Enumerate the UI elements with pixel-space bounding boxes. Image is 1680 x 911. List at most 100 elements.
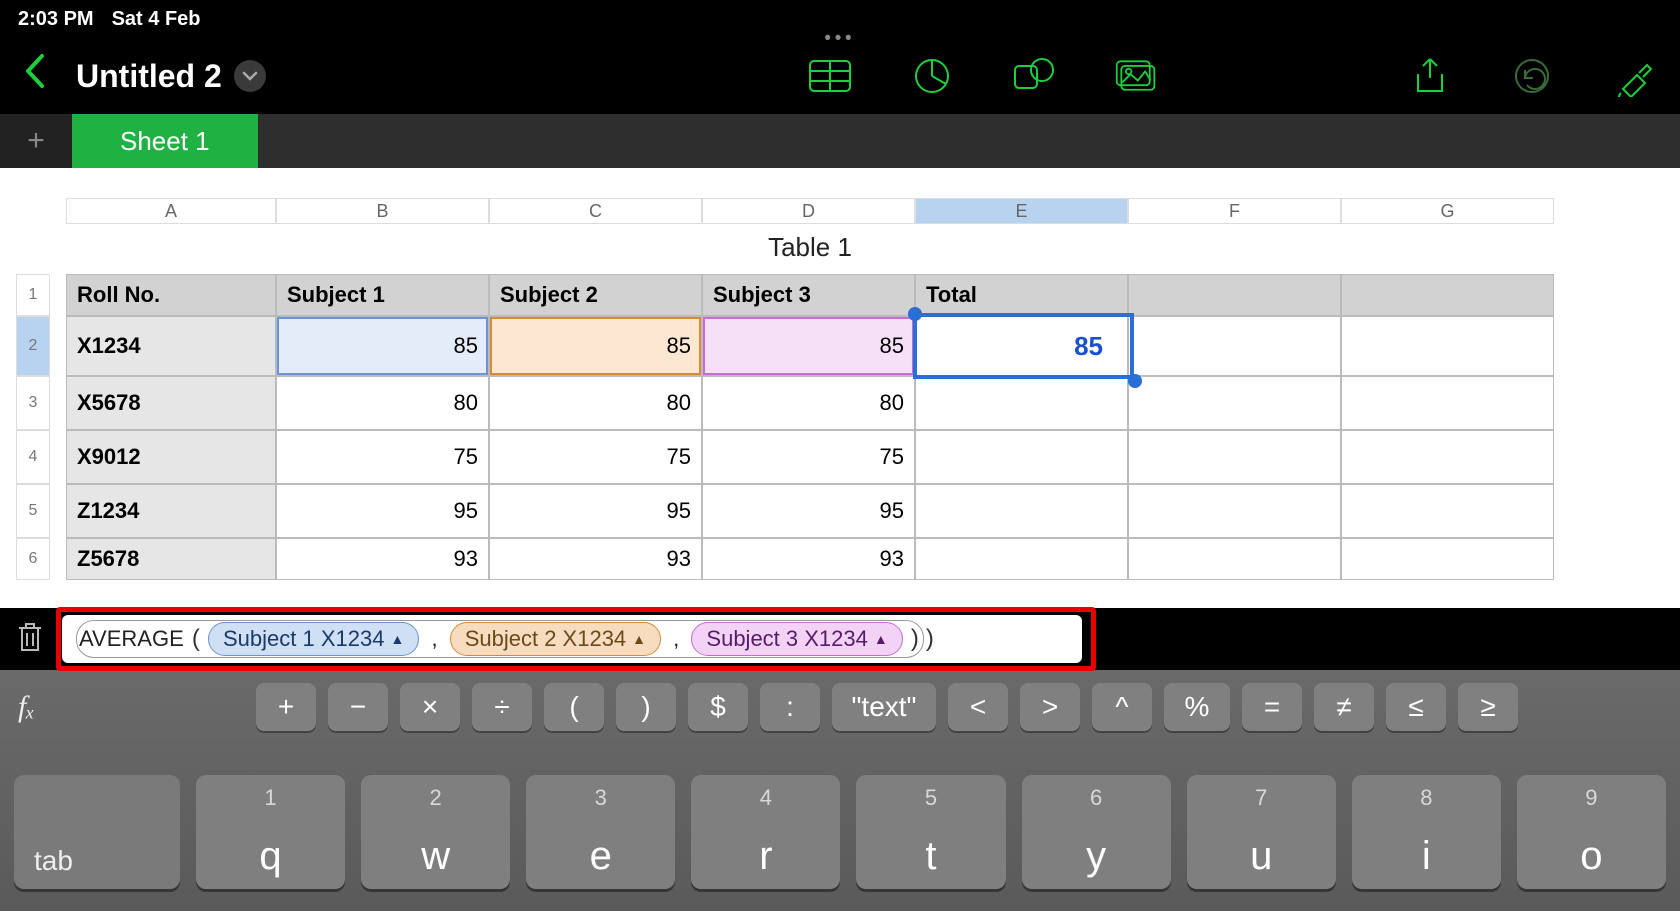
key-w[interactable]: 2w [361, 775, 510, 889]
cell[interactable]: 80 [489, 376, 702, 430]
cell[interactable] [1128, 430, 1341, 484]
spreadsheet-canvas[interactable]: A B C D E F G Table 1 1 2 3 4 5 6 Roll N… [0, 168, 1680, 608]
key-tab[interactable]: tab [14, 775, 180, 889]
cell[interactable]: 80 [702, 376, 915, 430]
key-divide[interactable]: ÷ [472, 683, 532, 731]
row-head[interactable]: 5 [16, 484, 50, 538]
key-text[interactable]: "text" [832, 683, 936, 731]
multitask-dots-icon[interactable]: ••• [825, 27, 856, 48]
key-u[interactable]: 7u [1187, 775, 1336, 889]
cell[interactable]: 95 [276, 484, 489, 538]
insert-table-icon[interactable] [808, 56, 852, 96]
row-label[interactable]: X9012 [66, 430, 276, 484]
col-head[interactable]: C [489, 198, 702, 224]
cell[interactable]: 93 [489, 538, 702, 580]
cell[interactable] [1128, 538, 1341, 580]
key-rparen[interactable]: ) [616, 683, 676, 731]
key-lt[interactable]: < [948, 683, 1008, 731]
fx-button[interactable]: fₓ [14, 690, 244, 724]
document-menu-button[interactable] [234, 60, 266, 92]
cell[interactable]: 75 [702, 430, 915, 484]
key-q[interactable]: 1q [196, 775, 345, 889]
cell[interactable]: 80 [276, 376, 489, 430]
cell[interactable] [1341, 484, 1554, 538]
cell[interactable]: 93 [276, 538, 489, 580]
cell[interactable] [915, 430, 1128, 484]
format-brush-icon[interactable] [1612, 56, 1656, 96]
cell[interactable]: 85 [489, 316, 702, 376]
key-caret[interactable]: ^ [1092, 683, 1152, 731]
key-le[interactable]: ≤ [1386, 683, 1446, 731]
key-gt[interactable]: > [1020, 683, 1080, 731]
key-i[interactable]: 8i [1352, 775, 1501, 889]
key-t[interactable]: 5t [856, 775, 1005, 889]
row-label[interactable]: Z5678 [66, 538, 276, 580]
share-icon[interactable] [1408, 56, 1452, 96]
insert-media-icon[interactable] [1114, 56, 1158, 96]
header-cell[interactable]: Subject 2 [489, 274, 702, 316]
key-neq[interactable]: ≠ [1314, 683, 1374, 731]
cell[interactable] [915, 484, 1128, 538]
row-label[interactable]: Z1234 [66, 484, 276, 538]
col-head[interactable]: D [702, 198, 915, 224]
key-lparen[interactable]: ( [544, 683, 604, 731]
cell[interactable]: 75 [489, 430, 702, 484]
add-sheet-button[interactable]: + [0, 114, 72, 168]
undo-icon[interactable] [1510, 56, 1554, 96]
col-head[interactable]: F [1128, 198, 1341, 224]
key-plus[interactable]: + [256, 683, 316, 731]
sheet-tab-active[interactable]: Sheet 1 [72, 114, 258, 168]
back-button[interactable] [24, 53, 46, 99]
header-cell[interactable]: Subject 3 [702, 274, 915, 316]
key-times[interactable]: × [400, 683, 460, 731]
cell[interactable] [1341, 430, 1554, 484]
col-head-selected[interactable]: E [915, 198, 1128, 224]
header-cell[interactable]: Roll No. [66, 274, 276, 316]
cell[interactable] [1128, 484, 1341, 538]
cell[interactable]: 95 [489, 484, 702, 538]
insert-chart-icon[interactable] [910, 56, 954, 96]
key-o[interactable]: 9o [1517, 775, 1666, 889]
header-cell[interactable] [1341, 274, 1554, 316]
cell[interactable] [1128, 316, 1341, 376]
row-head[interactable]: 6 [16, 538, 50, 580]
key-percent[interactable]: % [1164, 683, 1230, 731]
row-label[interactable]: X5678 [66, 376, 276, 430]
cell[interactable]: 75 [276, 430, 489, 484]
row-head[interactable]: 1 [16, 274, 50, 316]
insert-shape-icon[interactable] [1012, 56, 1056, 96]
formula-token-ref2[interactable]: Subject 2 X1234▲ [450, 622, 661, 656]
header-cell[interactable]: Total [915, 274, 1128, 316]
cell[interactable]: 95 [702, 484, 915, 538]
cell[interactable] [1128, 376, 1341, 430]
col-head[interactable]: B [276, 198, 489, 224]
cell[interactable]: 85 [702, 316, 915, 376]
cell[interactable] [1341, 538, 1554, 580]
selection-handle-icon[interactable] [1128, 374, 1142, 388]
cell[interactable] [915, 538, 1128, 580]
key-eq[interactable]: = [1242, 683, 1302, 731]
cell[interactable] [1341, 316, 1554, 376]
cell[interactable] [915, 376, 1128, 430]
cell[interactable]: 85 [276, 316, 489, 376]
function-name[interactable]: AVERAGE [79, 626, 184, 651]
header-cell[interactable]: Subject 1 [276, 274, 489, 316]
active-cell[interactable]: 85 [915, 316, 1128, 376]
header-cell[interactable] [1128, 274, 1341, 316]
col-head[interactable]: G [1341, 198, 1554, 224]
key-minus[interactable]: − [328, 683, 388, 731]
key-e[interactable]: 3e [526, 775, 675, 889]
row-head-selected[interactable]: 2 [16, 316, 50, 376]
cell[interactable] [1341, 376, 1554, 430]
cell[interactable]: 93 [702, 538, 915, 580]
key-r[interactable]: 4r [691, 775, 840, 889]
formula-token-ref1[interactable]: Subject 1 X1234▲ [208, 622, 419, 656]
key-colon[interactable]: : [760, 683, 820, 731]
key-dollar[interactable]: $ [688, 683, 748, 731]
delete-formula-button[interactable] [16, 621, 44, 658]
selection-handle-icon[interactable] [908, 307, 922, 321]
row-head[interactable]: 4 [16, 430, 50, 484]
formula-token-ref3[interactable]: Subject 3 X1234▲ [691, 622, 902, 656]
table-title[interactable]: Table 1 [66, 232, 1554, 263]
col-head[interactable]: A [66, 198, 276, 224]
